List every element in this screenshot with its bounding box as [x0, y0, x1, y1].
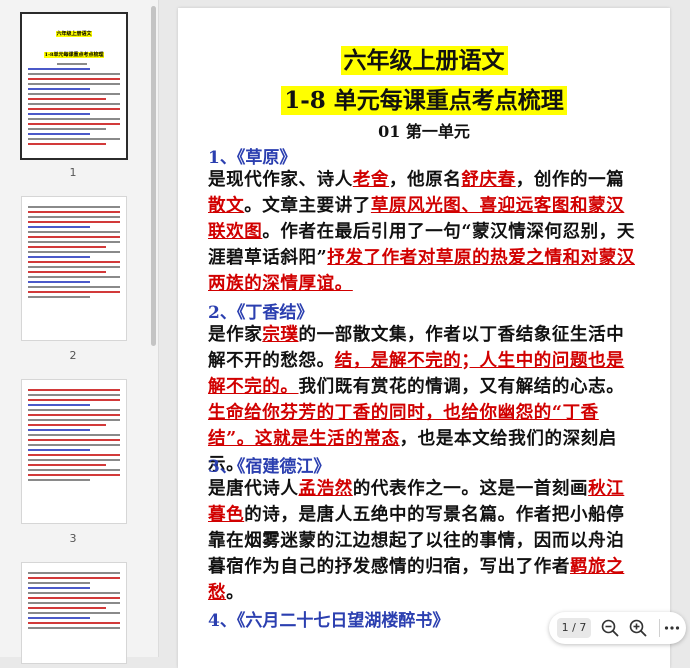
unit-heading: 01 第一单元	[378, 122, 470, 141]
paragraph-sujiandejiang: 是唐代诗人孟浩然的代表作之一。这是一首刻画秋江暮色的诗，是唐人五绝中的写景名篇。…	[208, 476, 642, 606]
thumbnail-label-2: 2	[69, 349, 77, 362]
paragraph-caoyuan: 是现代作家、诗人老舍，他原名舒庆春，创作的一篇散文。文章主要讲了草原风光图、喜迎…	[208, 167, 642, 297]
doc-title-line1: 六年级上册语文	[340, 46, 508, 75]
text-run: 是现代作家、诗人	[208, 170, 353, 190]
key-term: 舒庆春	[461, 170, 516, 190]
page-thumbnail-2[interactable]	[21, 196, 127, 341]
sidebar-scrollbar[interactable]	[151, 6, 156, 346]
thumbnail-sidebar: 六年级上册语文 1-8单元每课重点考点梳理 1 2 3	[0, 0, 159, 664]
key-term: 散文	[208, 196, 245, 216]
key-term: 老舍	[352, 170, 390, 190]
text-run: 我们既有赏花的情调，又有解结的心志。	[298, 377, 625, 397]
doc-title-line2: 1-8 单元每课重点考点梳理	[281, 86, 567, 115]
key-term: 宗璞	[262, 325, 299, 345]
page-thumbnail-4[interactable]	[21, 562, 127, 664]
section-heading-sujiandejiang: 3、《宿建德江》	[208, 457, 331, 477]
text-run: 是唐代诗人	[208, 479, 299, 499]
viewer-toolbar: 1 / 7	[549, 612, 686, 644]
zoom-in-icon[interactable]	[627, 617, 649, 639]
page-indicator[interactable]: 1 / 7	[557, 618, 591, 638]
zoom-out-icon[interactable]	[599, 617, 621, 639]
section-heading-caoyuan: 1、《草原》	[208, 148, 297, 168]
text-run: ，他原名	[389, 170, 462, 190]
toolbar-divider	[659, 619, 660, 637]
section-heading-wanghulou: 4、《六月二十七日望湖楼醉书》	[208, 611, 450, 631]
page-thumbnail-3[interactable]	[21, 379, 127, 524]
text-run: 。	[226, 583, 245, 603]
text-run: 的代表作之一。这是一首刻画	[352, 479, 589, 499]
thumb-title-line1: 六年级上册语文	[56, 31, 92, 37]
thumb-title-line2: 1-8单元每课重点考点梳理	[44, 52, 104, 58]
text-run: 是作家	[208, 325, 263, 345]
key-term: 孟浩然	[298, 479, 353, 499]
doc-title-line1-wrap: 六年级上册语文	[178, 41, 670, 75]
document-page: 六年级上册语文 1-8 单元每课重点考点梳理 01 第一单元 1、《草原》 是现…	[178, 8, 670, 668]
page-thumbnail-1[interactable]: 六年级上册语文 1-8单元每课重点考点梳理	[20, 12, 128, 160]
thumbnail-label-1: 1	[69, 166, 77, 179]
section-heading-dingxiangjie: 2、《丁香结》	[208, 303, 314, 323]
doc-title-line2-wrap: 1-8 单元每课重点考点梳理	[178, 81, 670, 115]
text-run: 的诗，是唐人五绝中的写景名篇。作者把小船停靠在烟雾迷蒙的江边想起了以往的事情，因…	[208, 505, 625, 577]
thumbnail-label-3: 3	[69, 532, 77, 545]
more-icon[interactable]	[661, 617, 683, 639]
text-run: ，创作的一篇	[515, 170, 625, 190]
text-run: 。文章主要讲了	[244, 196, 371, 216]
